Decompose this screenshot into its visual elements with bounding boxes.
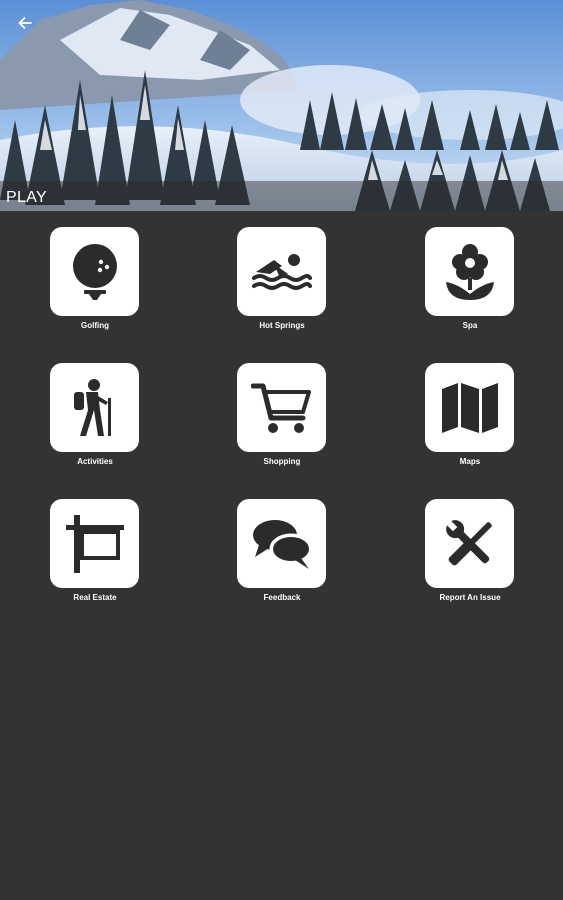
tile-icon-box	[237, 363, 326, 452]
swimmer-icon	[251, 253, 312, 290]
tile-real-estate[interactable]: Real Estate	[45, 499, 145, 609]
tools-icon	[445, 519, 492, 565]
tile-label: Golfing	[81, 321, 109, 330]
header-image	[0, 0, 563, 211]
arrow-left-icon	[18, 17, 32, 29]
flower-icon	[445, 243, 494, 300]
tile-icon-box	[425, 499, 514, 588]
tile-golfing[interactable]: Golfing	[45, 227, 145, 337]
tile-icon-box	[425, 363, 514, 452]
title-strip	[0, 181, 563, 211]
golf-ball-icon	[72, 243, 117, 300]
map-icon	[441, 382, 498, 433]
sign-post-icon	[65, 514, 124, 573]
back-button[interactable]	[12, 10, 38, 36]
tile-label: Shopping	[263, 457, 301, 466]
tile-label: Real Estate	[73, 593, 117, 602]
tile-report-an-issue[interactable]: Report An Issue	[420, 499, 520, 609]
tile-icon-box	[237, 499, 326, 588]
tile-label: Activities	[77, 457, 113, 466]
tile-feedback[interactable]: Feedback	[232, 499, 332, 609]
tile-icon-box	[425, 227, 514, 316]
tile-activities[interactable]: Activities	[45, 363, 145, 473]
tile-icon-box	[50, 363, 139, 452]
tile-shopping[interactable]: Shopping	[232, 363, 332, 473]
tile-maps[interactable]: Maps	[420, 363, 520, 473]
tile-label: Report An Issue	[439, 593, 501, 602]
tile-icon-box	[50, 227, 139, 316]
tile-icon-box	[50, 499, 139, 588]
snowy-mountain-image	[0, 0, 563, 211]
hiker-icon	[73, 378, 111, 436]
page-title: PLAY	[6, 189, 47, 206]
tile-label: Maps	[459, 457, 481, 466]
chat-bubbles-icon	[252, 519, 312, 569]
tile-label: Spa	[462, 321, 478, 330]
tile-hot-springs[interactable]: Hot Springs	[232, 227, 332, 337]
tile-icon-box	[237, 227, 326, 316]
tile-label: Hot Springs	[259, 321, 305, 330]
tile-label: Feedback	[263, 593, 301, 602]
shopping-cart-icon	[250, 383, 311, 433]
tile-spa[interactable]: Spa	[420, 227, 520, 337]
